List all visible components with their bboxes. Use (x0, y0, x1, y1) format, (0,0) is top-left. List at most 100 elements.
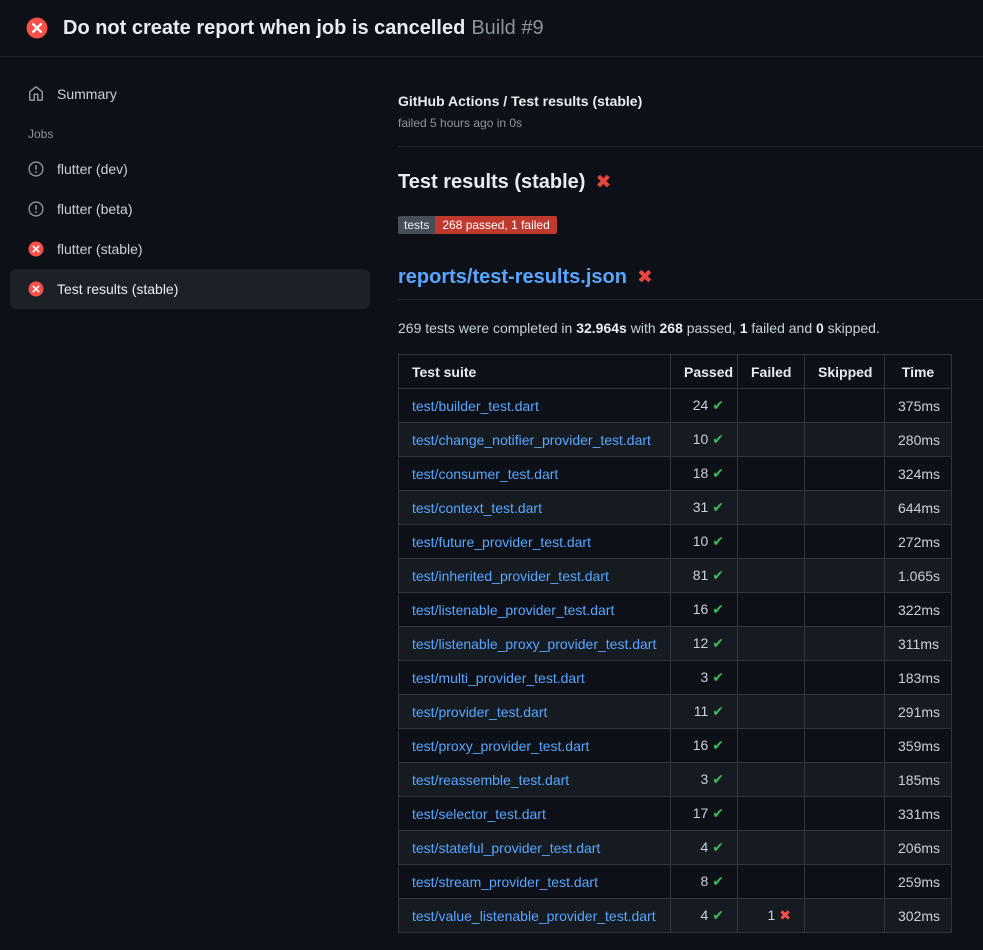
test-suite-cell: test/listenable_provider_test.dart (399, 593, 671, 627)
passed-count: 12 (693, 635, 709, 651)
sidebar-job-item[interactable]: flutter (beta) (10, 189, 370, 229)
time-cell: 259ms (885, 865, 952, 899)
passed-count: 4 (700, 839, 708, 855)
passed-count: 16 (693, 601, 709, 617)
test-suite-link[interactable]: test/inherited_provider_test.dart (412, 568, 609, 584)
test-suite-link[interactable]: test/multi_provider_test.dart (412, 670, 585, 686)
build-number: Build #9 (471, 17, 543, 39)
test-suite-link[interactable]: test/change_notifier_provider_test.dart (412, 432, 651, 448)
test-suite-cell: test/change_notifier_provider_test.dart (399, 423, 671, 457)
skipped-cell (805, 525, 885, 559)
skipped-cell (805, 559, 885, 593)
test-suite-link[interactable]: test/builder_test.dart (412, 398, 539, 414)
time-cell: 272ms (885, 525, 952, 559)
time-cell: 324ms (885, 457, 952, 491)
passed-cell: 17✔ (671, 797, 738, 831)
table-row: test/change_notifier_provider_test.dart … (399, 423, 952, 457)
check-icon: ✔ (712, 839, 724, 855)
column-header-skipped: Skipped (805, 355, 885, 389)
time-cell: 291ms (885, 695, 952, 729)
table-row: test/reassemble_test.dart 3✔ 185ms (399, 763, 952, 797)
test-suite-link[interactable]: test/selector_test.dart (412, 806, 546, 822)
sidebar-job-item[interactable]: flutter (stable) (10, 229, 370, 269)
failed-cell (738, 797, 805, 831)
passed-cell: 10✔ (671, 525, 738, 559)
passed-cell: 4✔ (671, 831, 738, 865)
check-icon: ✔ (712, 499, 724, 515)
check-icon: ✔ (712, 635, 724, 651)
test-suite-link[interactable]: test/future_provider_test.dart (412, 534, 591, 550)
table-row: test/listenable_proxy_provider_test.dart… (399, 627, 952, 661)
passed-count: 17 (693, 805, 709, 821)
skipped-cell (805, 865, 885, 899)
page-title: Do not create report when job is cancell… (63, 17, 465, 39)
time-cell: 311ms (885, 627, 952, 661)
skipped-cell (805, 797, 885, 831)
passed-count: 16 (693, 737, 709, 753)
test-suite-link[interactable]: test/stateful_provider_test.dart (412, 840, 600, 856)
x-icon: ✖ (595, 173, 611, 192)
time-cell: 1.065s (885, 559, 952, 593)
sidebar-summary-label: Summary (57, 86, 117, 102)
job-label: flutter (beta) (57, 201, 132, 217)
table-row: test/builder_test.dart 24✔ 375ms (399, 389, 952, 423)
test-suite-link[interactable]: test/consumer_test.dart (412, 466, 558, 482)
time-cell: 185ms (885, 763, 952, 797)
skipped-cell (805, 389, 885, 423)
sidebar-job-item[interactable]: flutter (dev) (10, 149, 370, 189)
job-label: flutter (stable) (57, 241, 143, 257)
passed-cell: 3✔ (671, 763, 738, 797)
sidebar-item-summary[interactable]: Summary (10, 77, 370, 111)
test-suite-cell: test/provider_test.dart (399, 695, 671, 729)
test-suite-link[interactable]: test/context_test.dart (412, 500, 542, 516)
failed-cell (738, 763, 805, 797)
alert-circle-icon (28, 161, 44, 177)
passed-count: 3 (700, 771, 708, 787)
passed-count: 18 (693, 465, 709, 481)
skipped-cell (805, 661, 885, 695)
failed-cell (738, 423, 805, 457)
summary-duration: 32.964s (576, 320, 627, 336)
report-link[interactable]: reports/test-results.json (398, 266, 627, 289)
test-suite-cell: test/consumer_test.dart (399, 457, 671, 491)
skipped-cell (805, 899, 885, 933)
table-row: test/listenable_provider_test.dart 16✔ 3… (399, 593, 952, 627)
failed-status-icon (26, 17, 48, 39)
tests-badge: tests 268 passed, 1 failed (398, 216, 557, 234)
test-suite-link[interactable]: test/stream_provider_test.dart (412, 874, 598, 890)
table-row: test/stream_provider_test.dart 8✔ 259ms (399, 865, 952, 899)
table-row: test/context_test.dart 31✔ 644ms (399, 491, 952, 525)
failed-cell: 1✖ (738, 899, 805, 933)
passed-cell: 8✔ (671, 865, 738, 899)
check-icon: ✔ (712, 431, 724, 447)
test-suite-link[interactable]: test/listenable_provider_test.dart (412, 602, 614, 618)
failed-cell (738, 865, 805, 899)
test-suite-link[interactable]: test/value_listenable_provider_test.dart (412, 908, 656, 924)
sidebar-job-item[interactable]: Test results (stable) (10, 269, 370, 309)
jobs-section-label: Jobs (28, 127, 370, 141)
skipped-cell (805, 763, 885, 797)
home-icon (28, 86, 44, 102)
job-label: flutter (dev) (57, 161, 128, 177)
column-header-failed: Failed (738, 355, 805, 389)
results-table-body: test/builder_test.dart 24✔ 375ms test/ch… (399, 389, 952, 933)
check-icon: ✔ (712, 465, 724, 481)
alert-circle-icon (28, 201, 44, 217)
passed-cell: 18✔ (671, 457, 738, 491)
column-header-test-suite: Test suite (399, 355, 671, 389)
failed-cell (738, 831, 805, 865)
test-suite-cell: test/selector_test.dart (399, 797, 671, 831)
test-suite-link[interactable]: test/provider_test.dart (412, 704, 547, 720)
check-icon: ✔ (712, 907, 724, 923)
x-circle-icon (28, 241, 44, 257)
passed-cell: 16✔ (671, 593, 738, 627)
report-title: reports/test-results.json ✖ (398, 266, 983, 300)
test-suite-link[interactable]: test/reassemble_test.dart (412, 772, 569, 788)
table-header-row: Test suite Passed Failed Skipped Time (399, 355, 952, 389)
test-suite-link[interactable]: test/proxy_provider_test.dart (412, 738, 589, 754)
failed-cell (738, 457, 805, 491)
passed-count: 31 (693, 499, 709, 515)
test-suite-link[interactable]: test/listenable_proxy_provider_test.dart (412, 636, 656, 652)
check-icon: ✔ (712, 737, 724, 753)
breadcrumb: GitHub Actions / Test results (stable) (398, 93, 951, 109)
